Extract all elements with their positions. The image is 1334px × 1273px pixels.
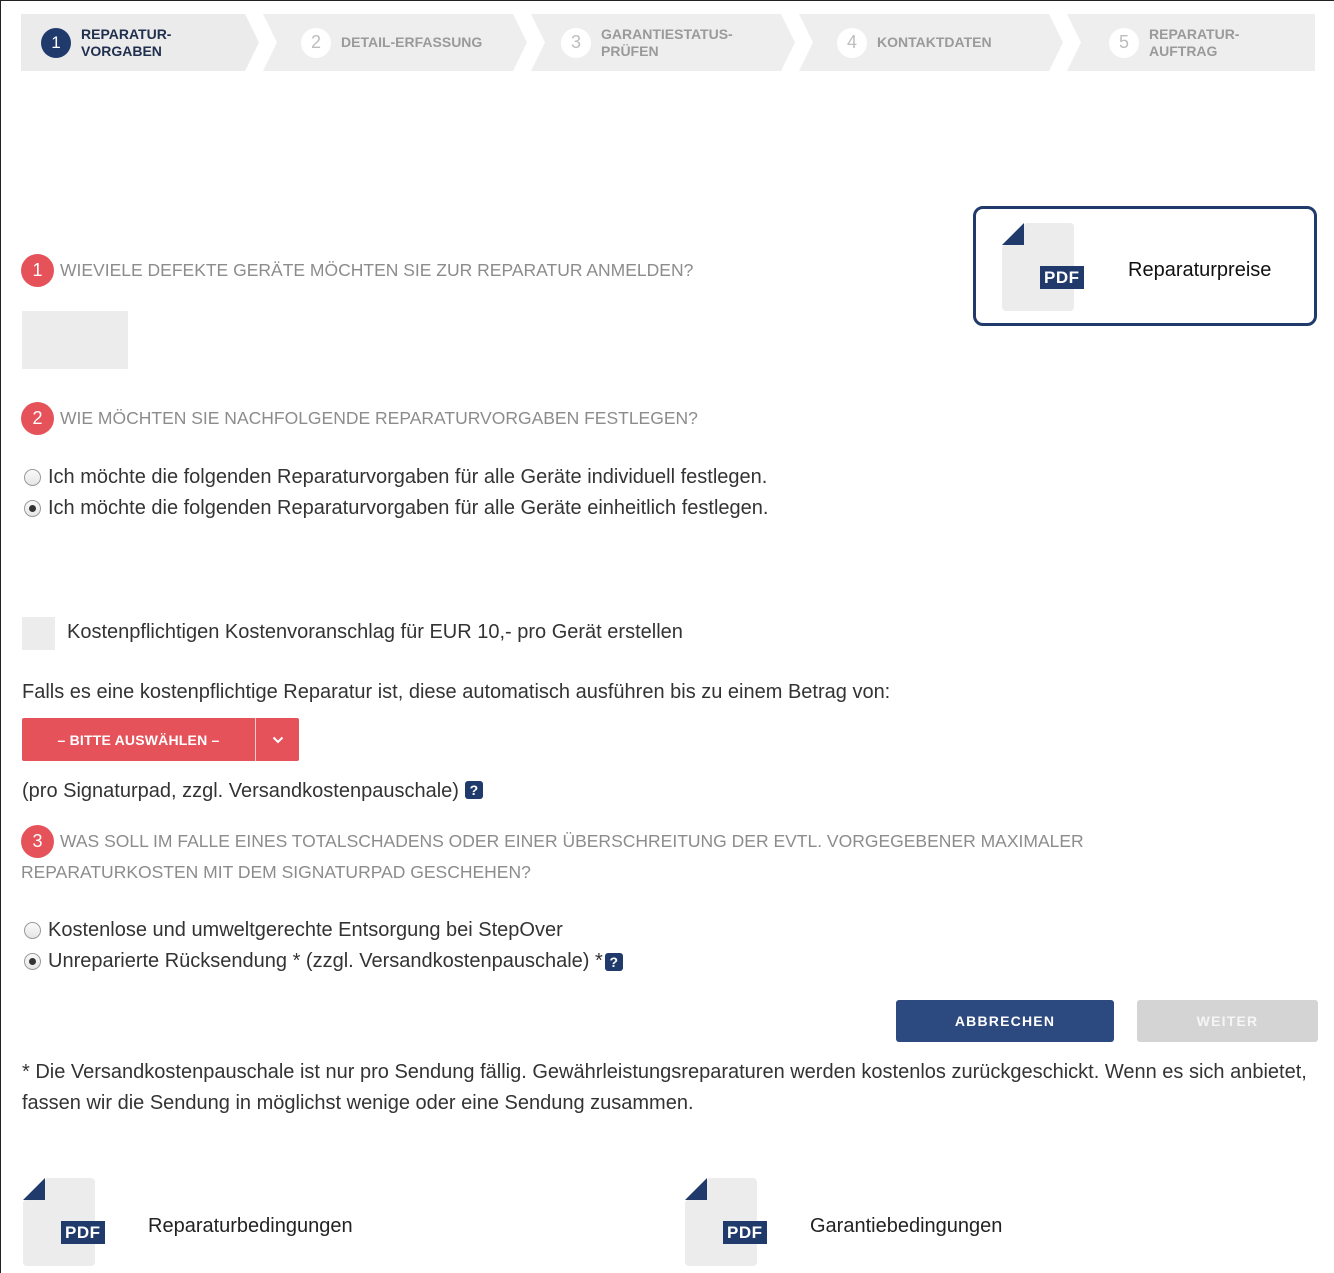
chevron-down-icon[interactable] — [256, 718, 299, 761]
step-label: Garantiestatus- prüfen — [601, 25, 733, 59]
pdf-icon: PDF — [685, 1178, 767, 1266]
question-text: Wieviele defekte Geräte möchten Sie zur … — [60, 260, 694, 280]
step-detail-entry[interactable]: 2 Detail-Erfassung — [263, 14, 527, 71]
help-icon[interactable]: ? — [604, 952, 623, 971]
progress-stepper: 1 Reparatur- Vorgaben 2 Detail-Erfassung… — [21, 14, 1315, 71]
step-label: Detail-Erfassung — [341, 34, 483, 50]
next-button[interactable]: WEITER — [1137, 1000, 1318, 1042]
step-contact-data[interactable]: 4 Kontaktdaten — [799, 14, 1063, 71]
radio-button[interactable] — [24, 953, 41, 970]
radio-option-return[interactable]: Unreparierte Rücksendung * (zzgl. Versan… — [24, 950, 623, 973]
step-label: Reparatur- auftrag — [1149, 25, 1240, 59]
pdf-tag: PDF — [61, 1221, 105, 1244]
radio-label: Ich möchte die folgenden Reparaturvorgab… — [48, 497, 769, 519]
select-label: – BITTE AUSWÄHLEN – — [57, 731, 220, 748]
select-divider — [255, 718, 256, 761]
document-label: Reparaturbedingungen — [148, 1215, 353, 1237]
step-warranty-check[interactable]: 3 Garantiestatus- prüfen — [531, 14, 795, 71]
auto-repair-note-text: (pro Signaturpad, zzgl. Versandkostenpau… — [22, 780, 459, 802]
cancel-button[interactable]: ABBRECHEN — [896, 1000, 1114, 1042]
step-number: 1 — [41, 28, 71, 58]
step-label: Kontaktdaten — [877, 34, 992, 50]
question-text: Reparaturkosten mit dem Signaturpad gesc… — [21, 862, 531, 882]
step-repair-order[interactable]: 5 Reparatur- auftrag — [1067, 14, 1315, 71]
radio-option-individual[interactable]: Ich möchte die folgenden Reparaturvorgab… — [24, 466, 767, 489]
question-3-heading: 3 Was soll im Falle eines Totalschadens … — [21, 825, 1084, 858]
radio-label: Ich möchte die folgenden Reparaturvorgab… — [48, 466, 768, 488]
step-number: 3 — [561, 28, 591, 58]
question-number-badge: 3 — [21, 825, 54, 858]
repair-wizard-page: 1 Reparatur- Vorgaben 2 Detail-Erfassung… — [0, 0, 1334, 1273]
max-amount-select[interactable]: – BITTE AUSWÄHLEN – — [22, 718, 299, 761]
pdf-tag: PDF — [1040, 266, 1084, 289]
repair-prices-label: Reparaturpreise — [1128, 259, 1272, 281]
question-1-heading: 1 Wieviele defekte Geräte möchten Sie zu… — [21, 254, 694, 287]
question-number-badge: 2 — [21, 402, 54, 435]
cost-estimate-checkbox[interactable] — [22, 617, 55, 650]
radio-label: Kostenlose und umweltgerechte Entsorgung… — [48, 919, 563, 941]
radio-label: Unreparierte Rücksendung * (zzgl. Versan… — [48, 950, 603, 972]
document-label: Garantiebedingungen — [810, 1215, 1003, 1237]
radio-button[interactable] — [24, 469, 41, 486]
radio-option-uniform[interactable]: Ich möchte die folgenden Reparaturvorgab… — [24, 497, 768, 520]
radio-option-disposal[interactable]: Kostenlose und umweltgerechte Entsorgung… — [24, 919, 563, 942]
question-text: Was soll im Falle eines Totalschadens od… — [60, 831, 1084, 851]
pdf-tag: PDF — [723, 1221, 767, 1244]
shipping-footnote: * Die Versandkostenpauschale ist nur pro… — [22, 1061, 1307, 1114]
step-number: 4 — [837, 28, 867, 58]
auto-repair-note: (pro Signaturpad, zzgl. Versandkostenpau… — [22, 780, 483, 803]
question-number-badge: 1 — [21, 254, 54, 287]
repair-prices-card[interactable]: PDF Reparaturpreise — [973, 206, 1317, 326]
question-2-heading: 2 Wie möchten Sie nachfolgende Reparatur… — [21, 402, 698, 435]
step-number: 5 — [1109, 27, 1139, 58]
pdf-icon: PDF — [1002, 223, 1084, 311]
help-icon[interactable]: ? — [464, 781, 483, 799]
question-text: Wie möchten Sie nachfolgende Reparaturvo… — [60, 408, 698, 428]
radio-button[interactable] — [24, 500, 41, 517]
step-label: Reparatur- Vorgaben — [81, 25, 172, 59]
pdf-icon: PDF — [23, 1178, 105, 1266]
step-number: 2 — [301, 28, 331, 58]
radio-button[interactable] — [24, 922, 41, 939]
auto-repair-text: Falls es eine kostenpflichtige Reparatur… — [22, 681, 891, 703]
device-count-input[interactable] — [22, 311, 128, 369]
cost-estimate-label: Kostenpflichtigen Kostenvoranschlag für … — [67, 621, 683, 643]
step-repair-specs[interactable]: 1 Reparatur- Vorgaben — [21, 14, 259, 71]
question-3-heading-continued: Reparaturkosten mit dem Signaturpad gesc… — [21, 857, 531, 888]
